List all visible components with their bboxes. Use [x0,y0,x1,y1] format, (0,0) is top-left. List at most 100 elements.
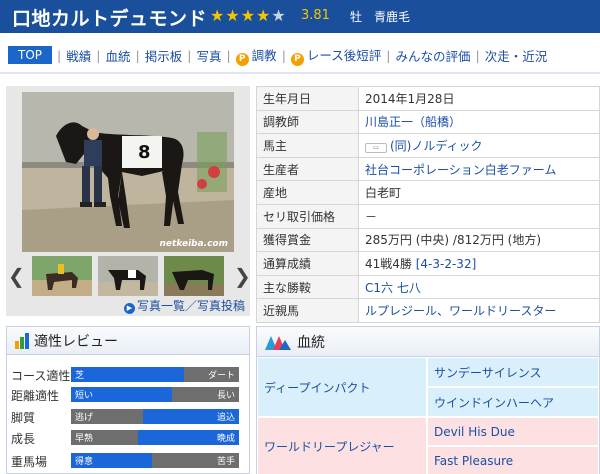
main-horse-photo[interactable]: 8 netkeiba.com [22,92,234,252]
review-row: 重馬場 得意 苦手 [11,451,243,469]
relatives-link[interactable]: ルプレジール、ワールドリースター [365,304,556,318]
review-row: 成長 早熟 晩成 [11,428,243,446]
horse-name: 口地カルトデュモンド [12,8,208,30]
profile-key: 馬主 [256,133,359,158]
star-full-icon: ★ [256,6,271,25]
horse-photo-image: 8 [22,92,234,252]
review-label: コース適性 [11,369,71,383]
breeder-link[interactable]: 社台コーポレーション白老ファーム [365,163,556,177]
tab-pedigree[interactable]: 血統 [105,46,130,65]
prize-money: 285万円 (中央) /812万円 (地方) [358,227,600,253]
profile-row: 生産者 社台コーポレーション白老ファーム [256,156,600,182]
dam-dam-cell[interactable]: Fast Pleasure [427,446,599,474]
profile-row: 近親馬 ルプレジール、ワールドリースター [256,298,600,323]
photo-watermark: netkeiba.com [159,239,229,249]
review-right-label: 長い [216,391,235,401]
star-full-icon: ★ [210,6,225,25]
profile-row: 主な勝鞍 C1六 七八 [256,274,600,300]
tab-training[interactable]: P 調教 [235,45,277,66]
profile-key: 生産者 [256,156,359,182]
main-win-link[interactable]: C1六 七八 [365,281,421,295]
owner-link[interactable]: (同)ノルディック [390,139,483,153]
profile-row: 獲得賞金 285万円 (中央) /812万円 (地方) [256,227,600,253]
pedigree-icon [265,335,291,350]
dam-cell[interactable]: ワールドリープレジャー [257,417,427,474]
review-row: 距離適性 短い 長い [11,385,243,403]
nav-divider [0,72,600,74]
rating-stars: ★ ★ ★ ★ ★ [210,7,287,25]
horse-header: 口地カルトデュモンド ★ ★ ★ ★ ★ 3.81 牡 青鹿毛 [0,0,600,33]
aptitude-review-panel: 適性レビュー コース適性芝 ダート 距離適性 短い 長い 脚質 逃げ 追込 成長 早熟 晩成 重馬場 得… [6,326,250,474]
star-half-icon: ★ [271,6,286,25]
career-record: 41戦4勝 [365,256,416,271]
premium-icon: P [235,52,249,66]
pedigree-panel: 血統 ディープインパクト サンデーサイレンス ウインドインハーヘア ワールドリー… [256,326,600,474]
review-right-label: 苦手 [216,457,235,467]
horse-profile-table: 生年月日 2014年1月28日 調教師 川島正一（船橋） 馬主 ▭ (同)ノルディック … [256,86,600,323]
tab-board[interactable]: 掲示板 [145,46,183,65]
tab-user-reviews[interactable]: みんなの評価 [396,46,471,65]
profile-key: 産地 [256,180,359,205]
next-arrow-icon[interactable]: ❯ [234,266,251,286]
tab-next-race[interactable]: 次走・近況 [485,46,548,65]
tab-results[interactable]: 戦績 [66,46,91,65]
premium-icon: P [290,52,304,66]
tab-top[interactable]: TOP [8,46,53,64]
photo-thumbnail[interactable] [32,256,92,296]
review-right-label: 晩成 [216,434,235,444]
review-label: 成長 [11,432,36,446]
pedigree-title: 血統 [297,334,325,351]
review-bar: 逃げ 追込 [71,409,239,424]
bar-chart-icon [15,332,30,349]
dam-sire-cell[interactable]: Devil His Due [427,417,599,446]
svg-text:8: 8 [138,142,151,163]
review-left-label: 逃げ [75,413,94,423]
profile-row: セリ取引価格－ [256,203,600,229]
review-left-label: 短い [75,391,94,401]
review-right-label: ダート [207,371,235,381]
profile-key: 通算成績 [256,251,359,276]
tab-race-comments[interactable]: P レース後短評 [290,45,381,66]
review-right-label: 追込 [216,413,235,423]
profile-key: 生年月日 [256,86,359,111]
rating-value: 3.81 [301,8,330,23]
review-bar: 芝 ダート [71,367,239,382]
career-record-link[interactable]: [4-3-2-32] [416,257,477,271]
profile-row: 馬主 ▭ (同)ノルディック [256,133,600,158]
review-label: 脚質 [11,411,36,425]
profile-row: 通算成績 41戦4勝 [4-3-2-32] [256,251,600,276]
prev-arrow-icon[interactable]: ❮ [8,266,25,286]
photo-links[interactable]: ▶ 写真一覧／写真投稿 [124,297,245,314]
review-label: 重馬場 [11,455,48,469]
photo-links-label[interactable]: 写真一覧／写真投稿 [137,299,245,313]
sire-sire-cell[interactable]: サンデーサイレンス [427,357,599,387]
birthplace: 白老町 [358,180,600,205]
review-title: 適性レビュー [34,333,118,350]
star-full-icon: ★ [225,6,240,25]
photo-thumbnail[interactable] [98,256,158,296]
review-bar: 得意 苦手 [71,453,239,468]
review-label: 距離適性 [11,389,60,403]
review-row: コース適性芝 ダート [11,365,243,383]
sire-dam-cell[interactable]: ウインドインハーヘア [427,387,599,417]
review-header: 適性レビュー [7,327,249,355]
auction-price: － [358,203,600,229]
tab-race-comments-label[interactable]: レース後短評 [307,48,381,63]
sire-cell[interactable]: ディープインパクト [257,357,427,417]
profile-key: セリ取引価格 [256,203,359,229]
photo-gallery: 8 netkeiba.com ❮ ❯ ▶ 写真一覧／写真投稿 [6,86,251,316]
photo-thumbnail[interactable] [164,256,224,296]
review-bar: 早熟 晩成 [71,430,239,445]
profile-key: 獲得賞金 [256,227,359,253]
tab-photos[interactable]: 写真 [196,46,221,65]
trainer-link[interactable]: 川島正一（船橋） [365,115,461,129]
profile-key: 調教師 [256,109,359,135]
star-full-icon: ★ [240,6,256,25]
horse-tab-nav: TOP | 戦績 | 血統 | 掲示板 | 写真 | P 調教 | P レース後短評… [8,44,600,66]
tab-training-label[interactable]: 調教 [252,48,277,63]
review-bar: 短い 長い [71,387,239,402]
birthdate: 2014年1月28日 [358,86,600,111]
owner-badge-icon: ▭ [365,142,387,153]
profile-row: 調教師 川島正一（船橋） [256,109,600,135]
arrow-circle-icon: ▶ [124,303,135,314]
